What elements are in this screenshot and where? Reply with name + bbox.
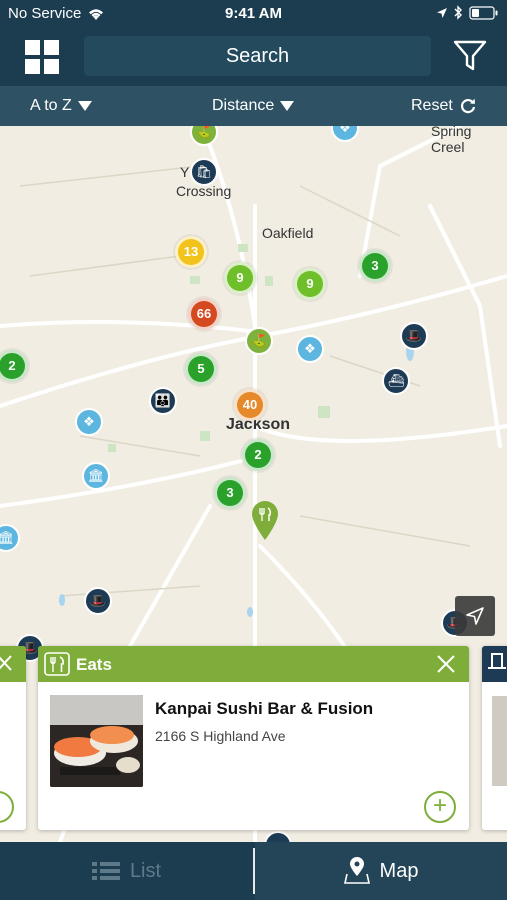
search-field[interactable]: Search — [84, 36, 431, 76]
status-bar: No Service 9:41 AM — [0, 0, 507, 28]
tab-list-label: List — [129, 859, 162, 882]
sort-bar: A to Z Distance Reset — [0, 86, 507, 126]
previous-card[interactable] — [0, 646, 26, 830]
map-poi-history-icon[interactable]: 🎩 — [84, 587, 112, 615]
place-card[interactable]: Eats Kanpai Sushi Bar & Fusion 2166 S Hi… — [38, 646, 469, 830]
sort-distance-dropdown[interactable]: Distance — [212, 97, 295, 115]
card-header: Eats — [38, 646, 469, 682]
next-card-photo — [492, 696, 507, 786]
sort-name-dropdown[interactable]: A to Z — [30, 97, 92, 115]
map-poi-history-icon[interactable]: 🎩 — [400, 322, 428, 350]
map-cluster[interactable]: 66 — [188, 298, 220, 330]
next-card[interactable] — [482, 646, 507, 830]
dropdown-arrow-icon — [280, 101, 295, 111]
sort-distance-label: Distance — [212, 97, 275, 114]
map-poi-family-icon[interactable]: 👪 — [149, 387, 177, 415]
history-icon — [488, 653, 506, 669]
close-icon[interactable] — [0, 646, 26, 682]
map-poi-attraction-icon[interactable]: ❖ — [296, 335, 324, 363]
reset-icon — [460, 98, 475, 114]
navigation-arrow-icon — [466, 607, 484, 625]
map-poi-golf-icon[interactable]: ⛳ — [245, 327, 273, 355]
map-cluster[interactable]: 9 — [224, 262, 256, 294]
tab-list[interactable]: List — [0, 842, 253, 900]
map-cluster[interactable]: 3 — [359, 250, 391, 282]
dropdown-arrow-icon — [77, 101, 92, 111]
map-cluster[interactable]: 40 — [234, 389, 266, 421]
map-poi-attraction-icon[interactable]: ❖ — [75, 408, 103, 436]
eats-icon — [44, 652, 70, 676]
place-photo — [50, 695, 143, 787]
add-button[interactable] — [0, 791, 14, 823]
place-address: 2166 S Highland Ave — [155, 728, 286, 744]
tab-map[interactable]: Map — [255, 842, 507, 900]
add-button[interactable]: + — [424, 791, 456, 823]
reset-label: Reset — [411, 97, 453, 114]
status-time: 9:41 AM — [225, 5, 282, 22]
map-cluster[interactable]: 9 — [294, 268, 326, 300]
sushi-photo — [50, 695, 143, 787]
map-cluster[interactable]: 13 — [175, 236, 207, 268]
locate-me-button[interactable] — [455, 596, 495, 636]
previous-card-header — [0, 646, 26, 682]
place-name: Kanpai Sushi Bar & Fusion — [155, 699, 374, 718]
next-card-header — [482, 646, 507, 682]
sort-name-label: A to Z — [30, 97, 72, 114]
status-right — [436, 5, 499, 20]
list-icon — [91, 862, 120, 880]
map-label-spring-creek: Spring Creel — [431, 126, 472, 155]
map-pin-icon — [343, 857, 370, 884]
reset-button[interactable]: Reset — [411, 97, 477, 115]
categories-grid-icon[interactable] — [25, 40, 59, 74]
close-icon[interactable] — [435, 653, 457, 675]
map-label-oakfield: Oakfield — [262, 225, 314, 241]
selected-eats-pin-icon[interactable] — [251, 501, 279, 541]
filter-icon[interactable] — [452, 38, 488, 74]
map-poi-museum-icon[interactable]: 🏛 — [82, 462, 110, 490]
tab-map-label: Map — [379, 859, 419, 882]
map-poi-shopping-icon[interactable]: 🛍 — [190, 158, 218, 186]
location-arrow-icon — [437, 7, 447, 18]
card-category: Eats — [76, 655, 112, 674]
map-poi-boat-icon[interactable]: ⛴ — [382, 367, 410, 395]
map-cluster[interactable]: 2 — [242, 439, 274, 471]
bluetooth-icon — [454, 5, 462, 20]
bottom-tab-bar: List Map — [0, 842, 507, 900]
map-cluster[interactable]: 3 — [214, 477, 246, 509]
map-cluster[interactable]: 5 — [185, 353, 217, 385]
battery-icon — [469, 5, 498, 20]
top-bar: Search — [0, 28, 507, 86]
